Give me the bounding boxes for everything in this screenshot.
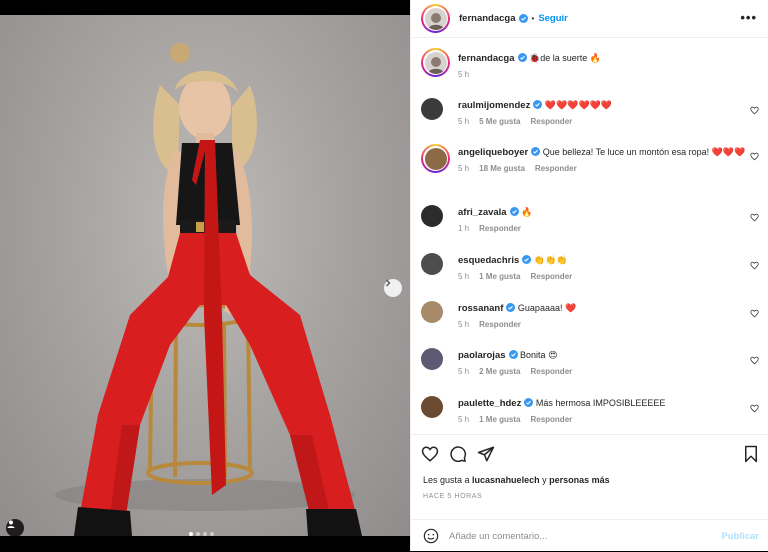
commenter-avatar[interactable] — [421, 348, 443, 370]
reply-button[interactable]: Responder — [535, 164, 577, 173]
carousel-indicator — [189, 532, 214, 536]
follow-button[interactable]: Seguir — [538, 13, 568, 24]
post-timestamp: HACE 5 HORAS — [423, 493, 483, 500]
reply-button[interactable]: Responder — [530, 415, 572, 424]
post-photo[interactable] — [0, 15, 410, 536]
caption-text: 🐞de la suerte 🔥 — [529, 53, 601, 63]
like-comment-heart-icon[interactable] — [750, 106, 759, 115]
chevron-right-icon — [386, 279, 391, 287]
like-comment-heart-icon[interactable] — [750, 309, 759, 318]
carousel-dot — [189, 532, 193, 536]
comment-time: 5 h — [458, 272, 470, 281]
post-header: fernandacga • Seguir ••• — [411, 0, 768, 38]
commenter-username[interactable]: esquedachris — [458, 255, 519, 266]
add-comment-bar: Añade un comentario... Publicar — [411, 519, 768, 552]
commenter-avatar[interactable] — [421, 301, 443, 323]
reply-button[interactable]: Responder — [479, 320, 521, 329]
comment-text: Bonita 😍 — [520, 350, 558, 360]
share-paper-plane-icon[interactable] — [477, 445, 495, 463]
caption-avatar[interactable] — [424, 51, 447, 74]
story-ring[interactable] — [421, 144, 450, 173]
verified-badge-icon — [524, 398, 534, 407]
like-comment-heart-icon[interactable] — [750, 152, 759, 161]
reply-button[interactable]: Responder — [479, 224, 521, 233]
verified-badge-icon — [506, 303, 516, 312]
commenter-avatar[interactable] — [424, 147, 447, 170]
comment-time: 5 h — [458, 367, 470, 376]
reply-button[interactable]: Responder — [530, 272, 572, 281]
like-comment-heart-icon[interactable] — [750, 356, 759, 365]
carousel-dot — [210, 532, 214, 536]
commenter-avatar[interactable] — [421, 98, 443, 120]
comment-time: 5 h — [458, 117, 470, 126]
story-ring[interactable] — [421, 4, 450, 33]
caption-time: 5 h — [458, 70, 470, 79]
post-side-panel: fernandacga • Seguir ••• fernandacga 🐞de… — [410, 0, 768, 551]
carousel-dot — [203, 532, 207, 536]
comment-likes[interactable]: 18 Me gusta — [479, 164, 525, 173]
comment-likes[interactable]: 1 Me gusta — [479, 415, 520, 424]
like-comment-heart-icon[interactable] — [750, 213, 759, 222]
verified-badge-icon — [533, 100, 543, 109]
tagged-users-button[interactable] — [6, 519, 24, 536]
add-comment-input[interactable]: Añade un comentario... — [449, 531, 547, 542]
author-username[interactable]: fernandacga — [459, 13, 516, 24]
comment-text: 👏👏👏 — [533, 255, 568, 265]
comment-text: 🔥 — [521, 207, 533, 217]
like-comment-heart-icon[interactable] — [750, 404, 759, 413]
reply-button[interactable]: Responder — [530, 367, 572, 376]
comments-list: fernandacga 🐞de la suerte 🔥 5 h raulmijo… — [411, 40, 768, 434]
commenter-avatar[interactable] — [421, 253, 443, 275]
commenter-avatar[interactable] — [421, 205, 443, 227]
liker-username[interactable]: lucasnahuelech — [472, 475, 540, 485]
next-photo-button[interactable] — [384, 279, 402, 297]
more-options-icon[interactable]: ••• — [740, 10, 757, 25]
comment-likes[interactable]: 1 Me gusta — [479, 272, 520, 281]
comment-time: 5 h — [458, 415, 470, 424]
comment-text: Guapaaaa! ❤️ — [517, 303, 577, 313]
verified-badge-icon — [518, 14, 528, 23]
commenter-username[interactable]: paolarojas — [458, 350, 506, 361]
user-icon — [7, 520, 15, 528]
like-comment-heart-icon[interactable] — [750, 261, 759, 270]
verified-badge-icon — [517, 53, 527, 62]
instagram-post-modal: fernandacga • Seguir ••• fernandacga 🐞de… — [0, 0, 768, 551]
comment-time: 5 h — [458, 164, 470, 173]
verified-badge-icon — [531, 147, 541, 156]
commenter-avatar[interactable] — [421, 396, 443, 418]
photo-illustration — [55, 43, 362, 536]
verified-badge-icon — [508, 350, 518, 359]
comment-time: 1 h — [458, 224, 470, 233]
publish-button[interactable]: Publicar — [722, 531, 760, 542]
commenter-username[interactable]: angeliqueboyer — [458, 147, 528, 158]
commenter-username[interactable]: raulmijomendez — [458, 100, 530, 111]
likes-others-link[interactable]: personas más — [549, 475, 610, 485]
likes-middle: y — [539, 475, 550, 485]
carousel-dot — [196, 532, 200, 536]
emoji-icon[interactable] — [423, 528, 439, 544]
likes-prefix: Les gusta a — [423, 475, 473, 485]
comment-bubble-icon[interactable] — [449, 445, 467, 463]
comment-time: 5 h — [458, 320, 470, 329]
commenter-username[interactable]: rossananf — [458, 303, 503, 314]
commenter-username[interactable]: paulette_hdez — [458, 398, 521, 409]
separator-dot: • — [531, 14, 535, 23]
post-actions: Les gusta a lucasnahuelech y personas má… — [411, 434, 768, 551]
verified-badge-icon — [509, 207, 519, 216]
reply-button[interactable]: Responder — [530, 117, 572, 126]
comment-text: Más hermosa IMPOSIBLEEEEE — [535, 398, 666, 408]
commenter-username[interactable]: afri_zavala — [458, 207, 507, 218]
bookmark-icon[interactable] — [743, 445, 759, 463]
likes-summary: Les gusta a lucasnahuelech y personas má… — [423, 475, 610, 485]
comment-text: Que belleza! Te luce un montón esa ropa!… — [542, 147, 746, 157]
like-heart-icon[interactable] — [421, 445, 439, 463]
comment-text: ❤️❤️❤️❤️❤️❤️ — [544, 100, 613, 110]
comment-likes[interactable]: 5 Me gusta — [479, 117, 520, 126]
caption-username[interactable]: fernandacga — [458, 53, 515, 64]
author-avatar[interactable] — [424, 7, 447, 30]
verified-badge-icon — [522, 255, 532, 264]
story-ring[interactable] — [421, 48, 450, 77]
comment-likes[interactable]: 2 Me gusta — [479, 367, 520, 376]
